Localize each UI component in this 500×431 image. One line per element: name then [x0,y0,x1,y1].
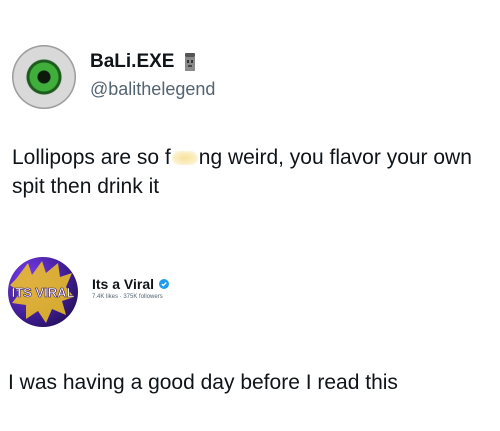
tweet-text-part-1: Lollipops are so f [12,146,171,169]
page-avatar-text: ITS VIRAL [12,285,75,300]
tweet-text: Lollipops are so f ng weird, you flavor y… [12,143,488,201]
page-stats: 7.4K likes · 375K followers [92,294,163,300]
tweet-display-name[interactable]: BaLi.EXE [90,51,174,73]
tweet-handle[interactable]: @balithelegend [90,79,215,100]
page-header: Its a Viral [92,276,170,292]
moai-icon [185,53,196,71]
page-avatar[interactable]: ITS VIRAL [8,257,78,327]
tweet-avatar[interactable] [12,45,76,109]
page-name[interactable]: Its a Viral [92,276,154,292]
post-text: I was having a good day before I read th… [8,371,398,394]
verified-badge-icon [159,279,170,289]
tweet-header: BaLi.EXE [90,51,198,73]
censor-blur [171,151,198,166]
page-avatar-graphic: ITS VIRAL [10,261,75,323]
